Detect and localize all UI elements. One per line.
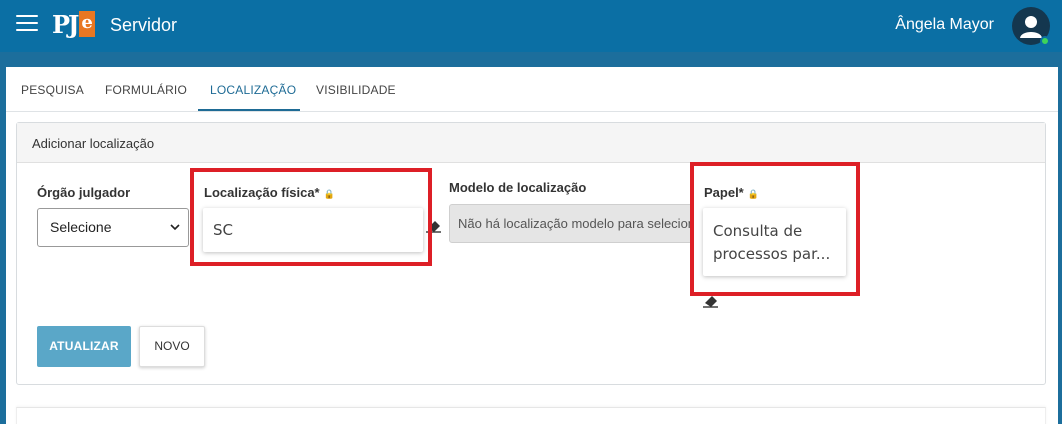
eraser-icon[interactable]: [703, 294, 719, 308]
highlight-box-papel: [690, 162, 860, 296]
panel-title: Adicionar localização: [32, 136, 155, 151]
add-location-panel: Adicionar localização Órgão julgador Sel…: [16, 122, 1046, 385]
tab-visibilidade[interactable]: VISIBILIDADE: [316, 83, 396, 97]
tab-bar: PESQUISA FORMULÁRIO LOCALIZAÇÃO VISIBILI…: [6, 67, 1058, 112]
highlight-box-localizacao: [190, 168, 432, 266]
chevron-down-icon: [170, 224, 180, 231]
pje-logo[interactable]: PJ e: [52, 9, 95, 39]
online-status-icon: [1040, 36, 1050, 46]
main-content: PESQUISA FORMULÁRIO LOCALIZAÇÃO VISIBILI…: [6, 67, 1058, 424]
user-name[interactable]: Ângela Mayor: [895, 16, 994, 34]
top-bar: PJ e Servidor Ângela Mayor: [0, 0, 1062, 52]
tab-formulario[interactable]: FORMULÁRIO: [105, 83, 187, 97]
tab-localizacao[interactable]: LOCALIZAÇÃO: [210, 83, 296, 97]
orgao-julgador-label: Órgão julgador: [37, 185, 131, 200]
logo-e-mark: e: [79, 11, 95, 37]
app-title: Servidor: [110, 15, 178, 35]
hamburger-menu-icon[interactable]: [16, 15, 38, 33]
orgao-julgador-selected: Selecione: [50, 219, 112, 235]
active-tab-indicator: [198, 109, 300, 111]
panel-header: Adicionar localização: [17, 123, 1045, 163]
modelo-localizacao-label: Modelo de localização: [449, 180, 587, 195]
atualizar-button[interactable]: ATUALIZAR: [37, 326, 131, 367]
tab-pesquisa[interactable]: PESQUISA: [21, 83, 84, 97]
secondary-panel: [16, 407, 1046, 424]
logo-text: PJ: [52, 9, 79, 39]
modelo-localizacao-input: Não há localização modelo para seleciona…: [449, 204, 693, 243]
novo-button[interactable]: NOVO: [139, 326, 205, 367]
orgao-julgador-select[interactable]: Selecione: [37, 208, 189, 247]
